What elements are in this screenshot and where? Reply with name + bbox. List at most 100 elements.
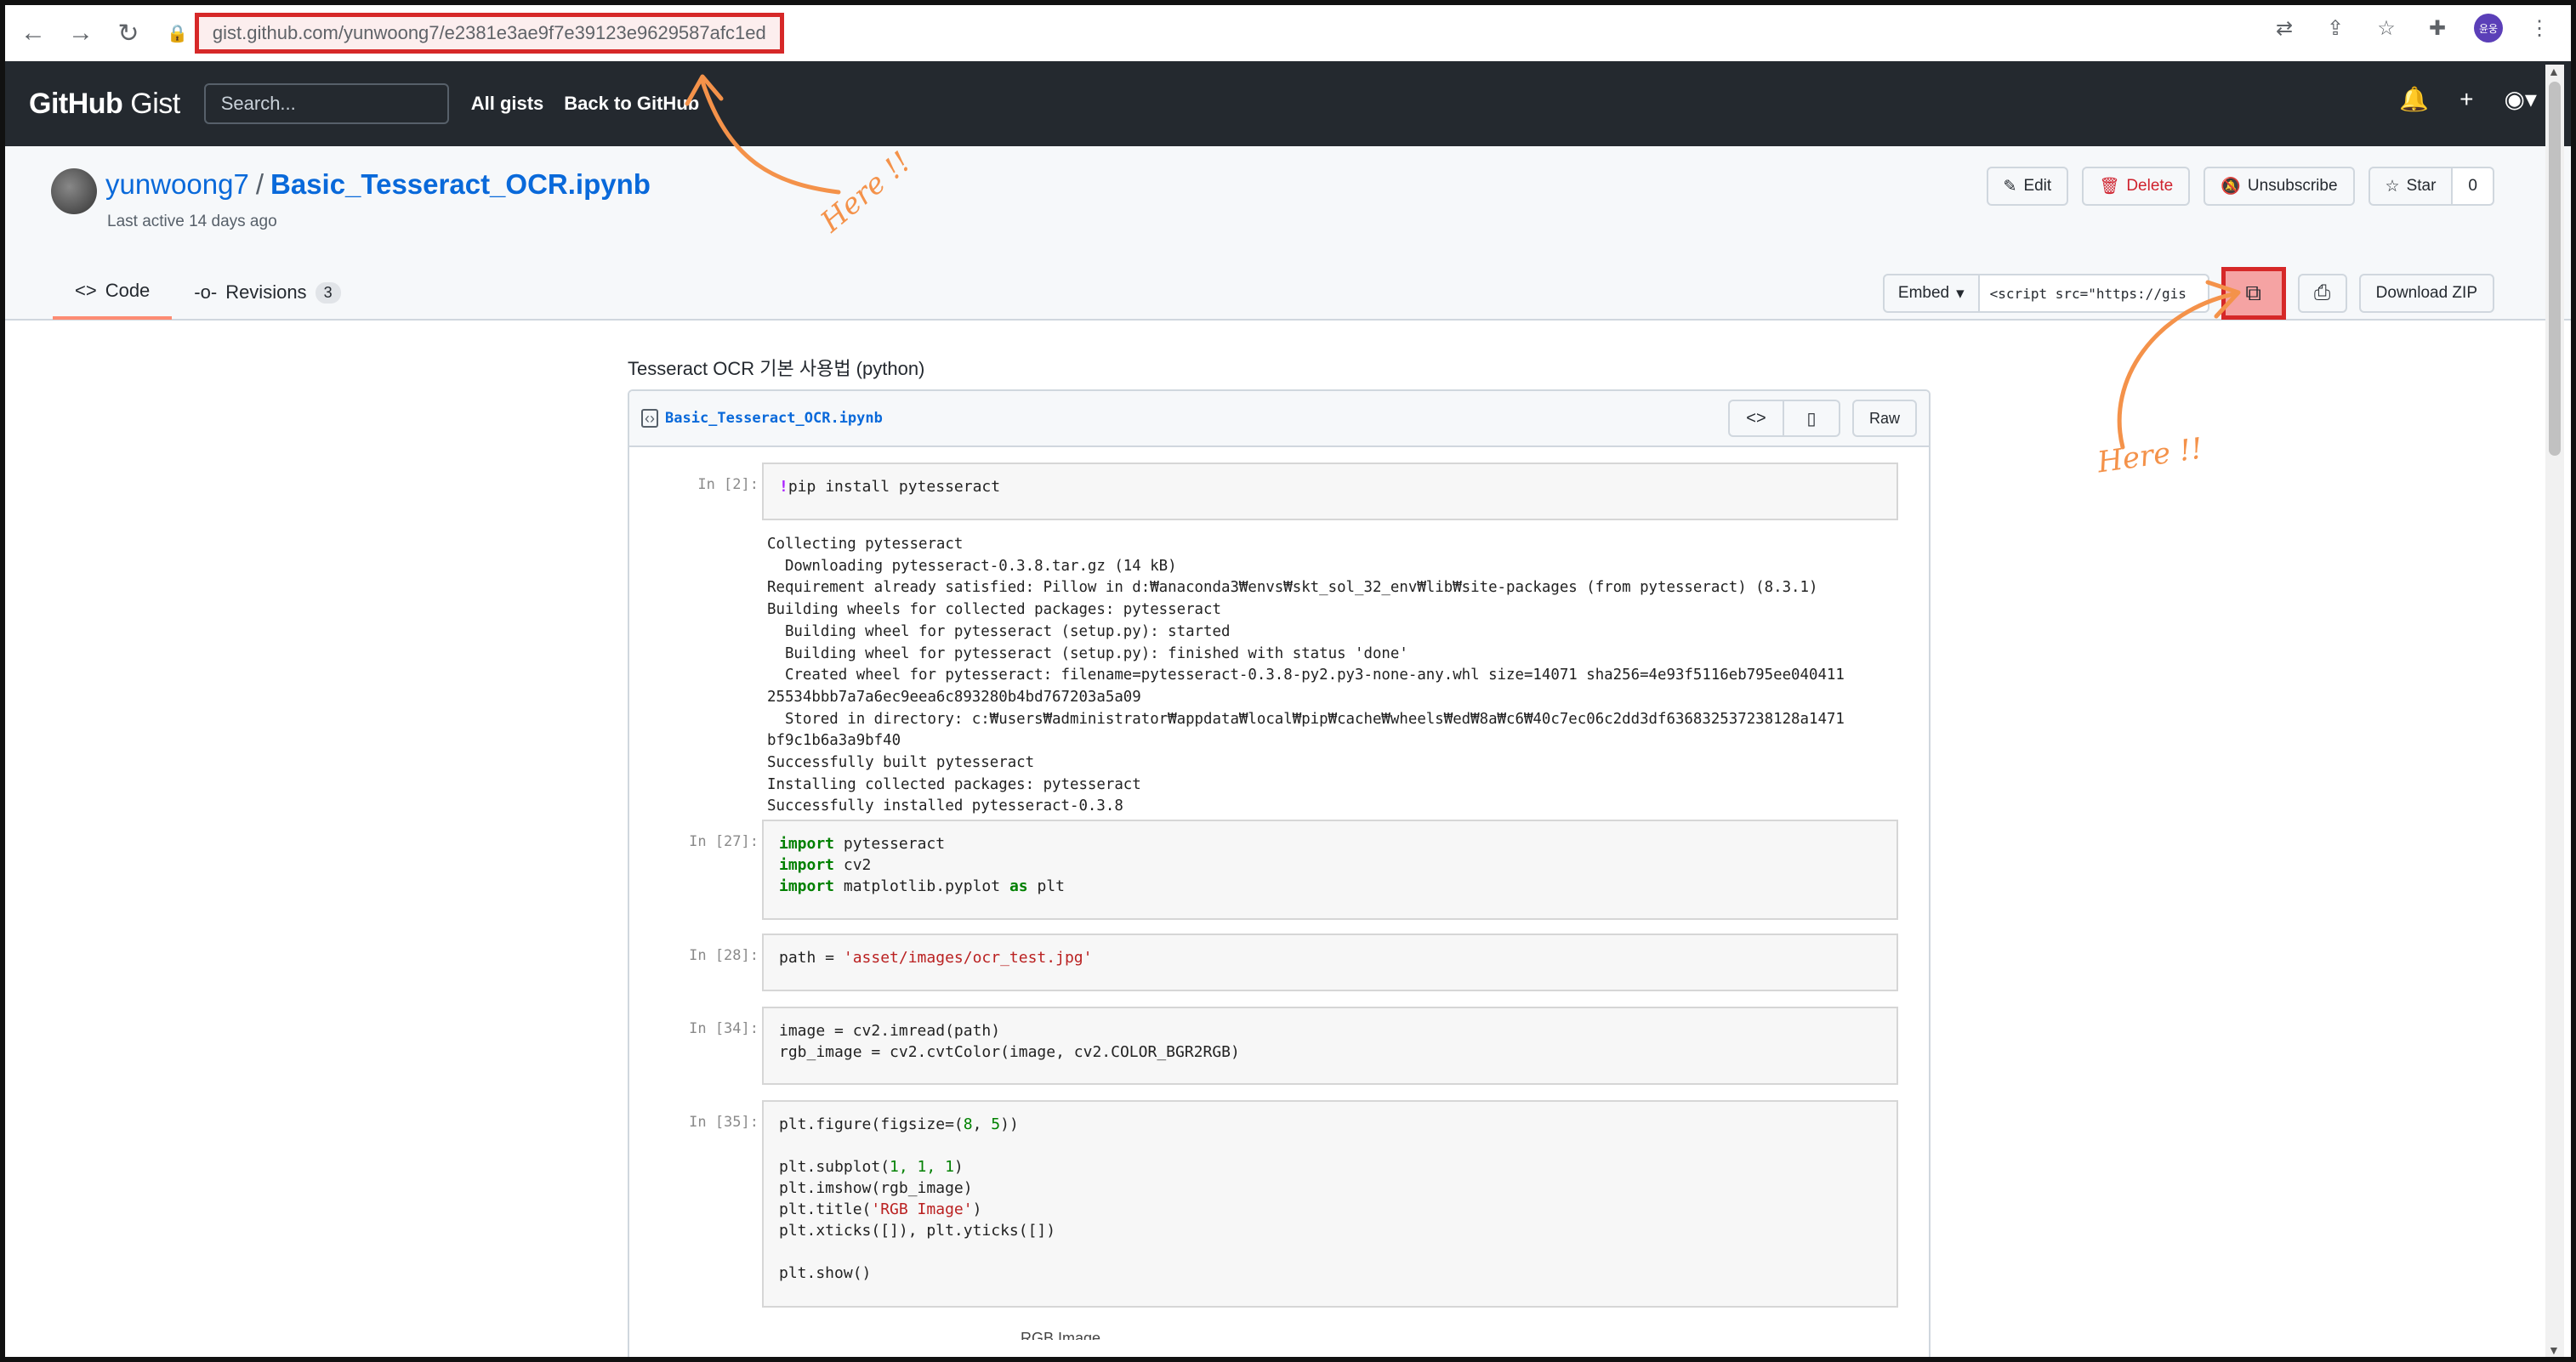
profile-avatar[interactable]: 윤웅 — [2474, 14, 2503, 43]
url-host: gist.github.com — [212, 22, 338, 43]
star-group: ☆ Star 0 — [2368, 167, 2494, 206]
gist-name-link[interactable]: Basic_Tesseract_OCR.ipynb — [270, 168, 651, 200]
tab-revisions-label: Revisions — [225, 281, 307, 303]
cell-prompt: In [2]: — [697, 476, 759, 493]
share-icon[interactable]: ⇪ — [2321, 14, 2350, 43]
star-button[interactable]: ☆ Star — [2368, 167, 2454, 206]
cell-code[interactable]: !pip install pytesseract — [762, 463, 1898, 520]
gist-title: yunwoong7/Basic_Tesseract_OCR.ipynb — [105, 168, 651, 201]
edit-label: Edit — [2023, 177, 2052, 195]
back-arrow-icon[interactable]: ← — [14, 14, 53, 53]
delete-button[interactable]: 🗑 Delete — [2082, 167, 2191, 206]
gist-header: GitHub Gist Search... All gists Back to … — [5, 61, 2571, 146]
forward-arrow-icon[interactable]: → — [61, 14, 100, 53]
all-gists-link[interactable]: All gists — [471, 93, 544, 115]
file-actions: <> ▯ Raw — [1727, 400, 1917, 437]
code-token: 1, 1, 1 — [890, 1158, 954, 1176]
code-token: cv2 — [834, 856, 872, 874]
page-scrollbar[interactable]: ▲ ▼ — [2545, 65, 2564, 1357]
code-token: matplotlib.pyplot — [834, 877, 1009, 895]
plus-icon[interactable]: + — [2459, 86, 2473, 113]
bell-slash-icon: 🔕 — [2221, 178, 2241, 196]
url-path: /yunwoong7/e2381e3ae9f7e39123e9629587afc… — [338, 22, 766, 43]
star-icon: ☆ — [2385, 177, 2400, 196]
file-box: ‹› Basic_Tesseract_OCR.ipynb <> ▯ Raw In… — [628, 389, 1931, 1357]
lock-icon: 🔒 — [167, 24, 188, 43]
scroll-down-icon[interactable]: ▼ — [2548, 1343, 2560, 1357]
browser-actions: ⇄ ⇪ ☆ ✚ 윤웅 ⋮ — [2270, 14, 2554, 43]
translate-icon[interactable]: ⇄ — [2270, 14, 2299, 43]
code-view-icon[interactable]: <> — [1727, 400, 1784, 437]
github-gist-logo[interactable]: GitHub Gist — [29, 88, 180, 121]
code-token: plt.imshow(rgb_image) — [779, 1179, 973, 1197]
file-view-icon[interactable]: ▯ — [1783, 400, 1840, 437]
user-avatar-dropdown-icon[interactable]: ◉▾ — [2505, 85, 2538, 113]
code-token: rgb_image = cv2.cvtColor(image, cv2.COLO… — [779, 1043, 1240, 1061]
code-token: 8 — [963, 1115, 973, 1133]
bookmark-star-icon[interactable]: ☆ — [2372, 14, 2401, 43]
logo-gist: Gist — [130, 87, 180, 120]
star-count[interactable]: 0 — [2453, 167, 2494, 206]
cell-code[interactable]: plt.figure(figsize=(8, 5)) plt.subplot(1… — [762, 1100, 1898, 1308]
code-token: ! — [779, 478, 788, 496]
code-token: ) — [972, 1200, 982, 1218]
code-token: image = cv2.imread(path) — [779, 1022, 1001, 1040]
cell-prompt: In [35]: — [689, 1114, 759, 1131]
code-token: import — [779, 856, 835, 874]
file-name-link[interactable]: Basic_Tesseract_OCR.ipynb — [665, 410, 883, 427]
unsubscribe-label: Unsubscribe — [2247, 177, 2338, 195]
menu-kebab-icon[interactable]: ⋮ — [2525, 14, 2554, 43]
cell-code[interactable]: import pytesseract import cv2 import mat… — [762, 820, 1898, 920]
address-bar[interactable]: 🔒 gist.github.com/yunwoong7/e2381e3ae9f7… — [167, 10, 784, 56]
code-token: 'RGB Image' — [871, 1200, 973, 1218]
open-desktop-button[interactable]: ⎙ — [2297, 274, 2347, 313]
trash-icon: 🗑 — [2099, 178, 2120, 196]
extensions-puzzle-icon[interactable]: ✚ — [2423, 14, 2452, 43]
screenshot-frame: ← → ↻ 🔒 gist.github.com/yunwoong7/e2381e… — [0, 0, 2576, 1362]
cell-code[interactable]: path = 'asset/images/ocr_test.jpg' — [762, 934, 1898, 991]
cell-code[interactable]: image = cv2.imread(path) rgb_image = cv2… — [762, 1007, 1898, 1085]
revisions-counter: 3 — [315, 281, 341, 304]
search-input[interactable]: Search... — [203, 83, 449, 124]
owner-avatar[interactable] — [51, 168, 97, 214]
code-token: import — [779, 877, 835, 895]
embed-select[interactable]: Embed ▾ — [1882, 274, 1980, 313]
scrollbar-thumb[interactable] — [2549, 82, 2561, 456]
file-header: ‹› Basic_Tesseract_OCR.ipynb <> ▯ Raw — [629, 391, 1929, 447]
file-code-icon: ‹› — [641, 409, 658, 428]
gist-tabs: <> Code -o- Revisions 3 — [53, 265, 363, 320]
cell-prompt: In [34]: — [689, 1020, 759, 1037]
title-separator: / — [255, 168, 264, 200]
desktop-download-icon: ⎙ — [2314, 281, 2331, 304]
owner-link[interactable]: yunwoong7 — [105, 168, 249, 200]
cell-prompt: In [27]: — [689, 833, 759, 850]
raw-button[interactable]: Raw — [1851, 400, 1917, 437]
code-token: 'asset/images/ocr_test.jpg' — [843, 949, 1093, 967]
scroll-up-icon[interactable]: ▲ — [2548, 65, 2560, 78]
code-token: pytesseract — [834, 835, 946, 853]
code-token: plt.figure(figsize=( — [779, 1115, 964, 1133]
tab-revisions[interactable]: -o- Revisions 3 — [172, 265, 362, 320]
header-right-actions: 🔔 + ◉▾ — [2399, 85, 2537, 113]
code-token: plt.title( — [779, 1200, 872, 1218]
unsubscribe-button[interactable]: 🔕 Unsubscribe — [2204, 167, 2355, 206]
code-token: import — [779, 835, 835, 853]
code-token: as — [1009, 877, 1028, 895]
reload-icon[interactable]: ↻ — [109, 14, 148, 53]
tab-code[interactable]: <> Code — [53, 265, 173, 320]
browser-toolbar: ← → ↻ 🔒 gist.github.com/yunwoong7/e2381e… — [5, 5, 2571, 61]
code-token: plt — [1027, 877, 1065, 895]
gist-actions: ✎ Edit 🗑 Delete 🔕 Unsubscribe ☆ Star 0 — [1986, 167, 2494, 206]
code-token: )) — [1000, 1115, 1019, 1133]
cell-output: Collecting pytesseract Downloading pytes… — [767, 536, 1845, 815]
code-token: plt.show() — [779, 1264, 872, 1282]
edit-button[interactable]: ✎ Edit — [1986, 167, 2069, 206]
code-token: pip install pytesseract — [788, 478, 1001, 496]
url-highlight[interactable]: gist.github.com/yunwoong7/e2381e3ae9f7e3… — [194, 13, 784, 54]
bell-icon[interactable]: 🔔 — [2399, 85, 2429, 113]
code-token: 5 — [991, 1115, 1001, 1133]
code-brackets-icon: <> — [75, 280, 97, 301]
code-token: , — [972, 1115, 992, 1133]
download-zip-button[interactable]: Download ZIP — [2358, 274, 2494, 313]
logo-github: GitHub — [29, 87, 123, 120]
